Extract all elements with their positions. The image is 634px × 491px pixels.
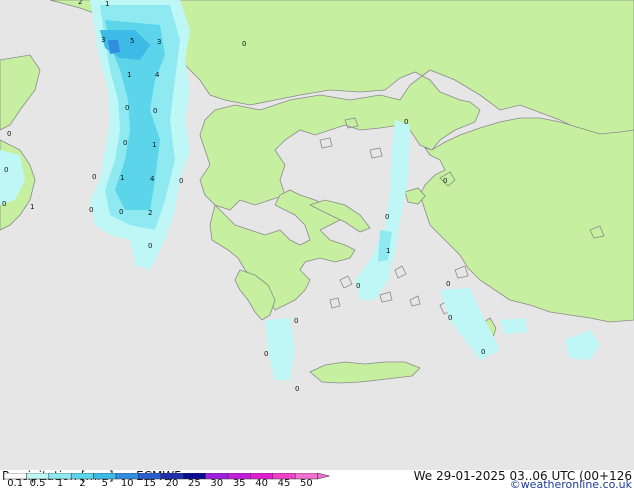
point-label: 0 bbox=[264, 350, 268, 358]
precipitation-map: 2 1 3 5 3 1 4 0 0 0 1 4 0 0 0 0 1 2 0 1 … bbox=[0, 0, 634, 470]
point-label: 0 bbox=[89, 206, 93, 214]
point-label: 0 bbox=[481, 348, 485, 356]
point-label: 0 bbox=[385, 213, 389, 221]
point-label: 5 bbox=[130, 37, 134, 45]
point-label: 1 bbox=[386, 247, 390, 255]
legend-tick-label: 10 bbox=[120, 478, 134, 489]
legend-tick-label: 20 bbox=[165, 478, 179, 489]
footer-bar: Precipitation [mm] ECMWF We 29-01-2025 0… bbox=[0, 470, 634, 491]
point-label: 0 bbox=[446, 280, 450, 288]
point-label: 0 bbox=[92, 173, 96, 181]
point-label: 0 bbox=[148, 242, 152, 250]
legend-tick-label: 25 bbox=[188, 478, 201, 489]
point-label: 0 bbox=[119, 208, 123, 216]
credit-link[interactable]: ©weatheronline.co.uk bbox=[510, 479, 632, 491]
point-label: 1 bbox=[30, 203, 34, 211]
point-label: 0 bbox=[294, 317, 298, 325]
legend-tick-label: 0.1 bbox=[7, 478, 24, 489]
legend-tick-label: 15 bbox=[143, 478, 156, 489]
point-label: 0 bbox=[404, 118, 408, 126]
point-label: 2 bbox=[78, 0, 82, 6]
legend-tick-label: 1 bbox=[56, 478, 64, 489]
point-label: 0 bbox=[2, 200, 6, 208]
point-label: 1 bbox=[127, 71, 131, 79]
point-label: 4 bbox=[150, 175, 155, 183]
point-label: 0 bbox=[356, 282, 360, 290]
point-label: 3 bbox=[157, 38, 161, 46]
point-label: 0 bbox=[123, 139, 127, 147]
legend-tick-label: 2 bbox=[79, 478, 86, 489]
legend-tick-label: 50 bbox=[300, 478, 313, 489]
point-label: 0 bbox=[125, 104, 129, 112]
point-label: 0 bbox=[4, 166, 8, 174]
legend-overflow-arrow bbox=[317, 473, 330, 480]
point-label: 4 bbox=[155, 71, 160, 79]
point-label: 0 bbox=[179, 177, 183, 185]
point-label: 0 bbox=[7, 130, 11, 138]
legend-tick-label: 35 bbox=[232, 478, 246, 489]
point-label: 2 bbox=[148, 209, 152, 217]
legend-tick-label: 40 bbox=[255, 478, 268, 489]
point-label: 3 bbox=[101, 36, 105, 44]
map-canvas: 2 1 3 5 3 1 4 0 0 0 1 4 0 0 0 0 1 2 0 1 … bbox=[0, 0, 634, 470]
legend-tick-label: 45 bbox=[277, 478, 291, 489]
point-label: 0 bbox=[242, 40, 246, 48]
point-label: 0 bbox=[153, 107, 157, 115]
point-label: 1 bbox=[152, 141, 156, 149]
legend-tick-label: 5 bbox=[101, 478, 108, 489]
point-label: 0 bbox=[443, 177, 447, 185]
legend-tick-label: 30 bbox=[210, 478, 224, 489]
point-label: 0 bbox=[448, 314, 452, 322]
point-label: 0 bbox=[295, 385, 299, 393]
point-label: 1 bbox=[105, 0, 109, 8]
legend-tick-label: 0.5 bbox=[29, 478, 46, 489]
point-label: 1 bbox=[120, 174, 124, 182]
